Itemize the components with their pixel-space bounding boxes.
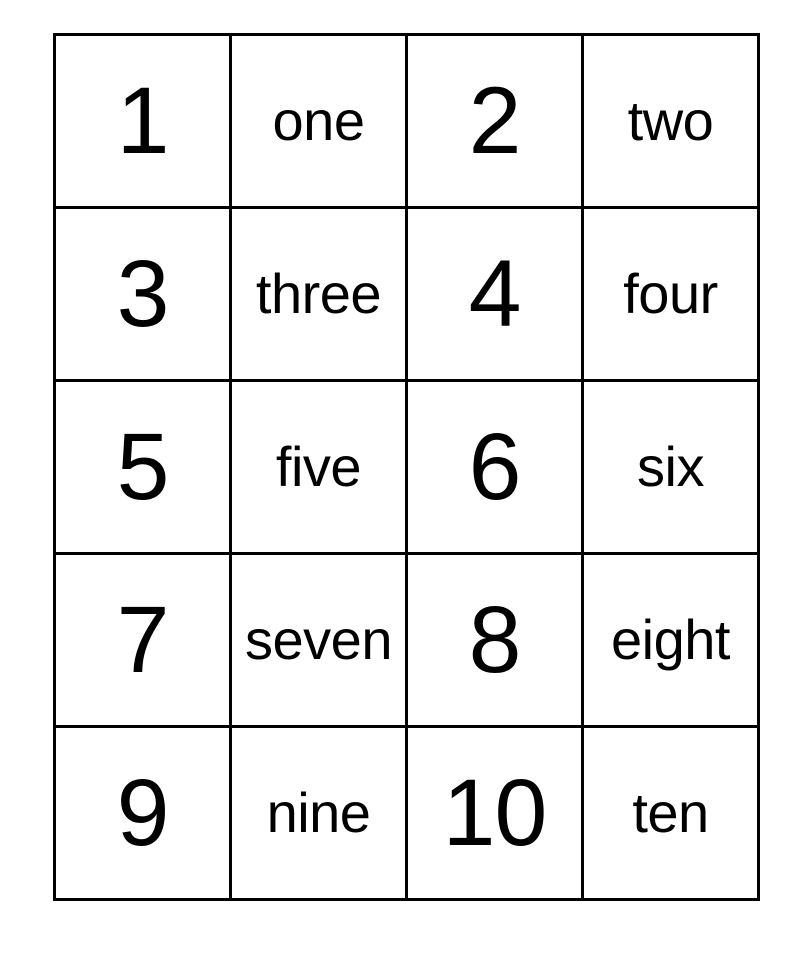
word-value: five [275,435,362,498]
numeral-value: 9 [116,759,170,866]
word-value: nine [266,781,371,844]
numeral-value: 10 [442,759,548,866]
word-value: seven [245,608,392,671]
flashcard-page: 1 one 2 two 3 three 4 four 5 five 6 six … [0,0,794,960]
word-cell-six: six [581,379,760,555]
word-cell-seven: seven [229,552,408,728]
numeral-cell-5: 5 [53,379,232,555]
numeral-cell-8: 8 [405,552,584,728]
numeral-value: 3 [116,240,170,347]
word-value: three [255,262,382,325]
numeral-cell-2: 2 [405,33,584,209]
word-value: four [623,262,718,325]
table-row: 7 seven 8 eight [53,552,760,728]
numeral-value: 2 [468,67,522,174]
numeral-value: 6 [468,413,522,520]
numeral-cell-4: 4 [405,206,584,382]
word-cell-eight: eight [581,552,760,728]
word-cell-ten: ten [581,725,760,901]
word-value: six [637,435,704,498]
numeral-cell-10: 10 [405,725,584,901]
word-cell-one: one [229,33,408,209]
numeral-cell-1: 1 [53,33,232,209]
word-value: ten [632,781,709,844]
word-cell-four: four [581,206,760,382]
numeral-value: 1 [116,67,170,174]
word-cell-five: five [229,379,408,555]
word-value: one [272,89,365,152]
table-row: 1 one 2 two [53,33,760,209]
numeral-value: 4 [468,240,522,347]
word-value: eight [611,608,730,671]
word-cell-nine: nine [229,725,408,901]
numeral-cell-9: 9 [53,725,232,901]
numeral-value: 7 [116,586,170,693]
table-row: 5 five 6 six [53,379,760,555]
numeral-value: 8 [468,586,522,693]
table-row: 9 nine 10 ten [53,725,760,901]
word-value: two [627,89,714,152]
numeral-value: 5 [116,413,170,520]
grid-body: 1 one 2 two 3 three 4 four 5 five 6 six … [53,33,760,901]
word-cell-two: two [581,33,760,209]
numeral-cell-7: 7 [53,552,232,728]
numeral-cell-3: 3 [53,206,232,382]
word-cell-three: three [229,206,408,382]
table-row: 3 three 4 four [53,206,760,382]
number-word-grid: 1 one 2 two 3 three 4 four 5 five 6 six … [53,33,760,901]
numeral-cell-6: 6 [405,379,584,555]
